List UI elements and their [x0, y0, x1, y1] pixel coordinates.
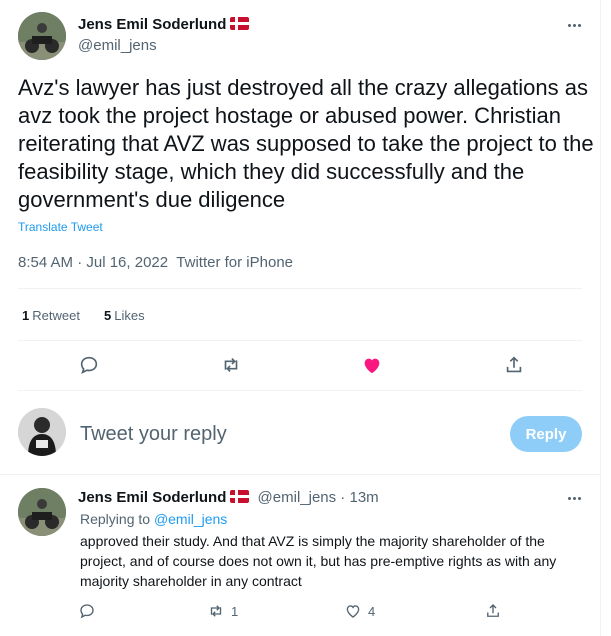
retweets-stat[interactable]: 1 Retweet: [22, 308, 80, 323]
heart-icon: [346, 605, 360, 618]
reply-header: Jens Emil Soderlund @emil_jens · 13m: [78, 489, 379, 506]
current-user-avatar[interactable]: [18, 408, 66, 456]
share-icon[interactable]: [503, 354, 527, 378]
tweet-text: Avz's lawyer has just destroyed all the …: [18, 75, 594, 212]
reply-author-name[interactable]: Jens Emil Soderlund: [78, 489, 226, 506]
denmark-flag-icon: [230, 17, 250, 30]
tweet-meta: 8:54 AM · Jul 16, 2022 Twitter for iPhon…: [18, 254, 293, 271]
author-name[interactable]: Jens Emil Soderlund: [78, 16, 250, 33]
reply-text: approved their study. And that AVZ is si…: [80, 533, 557, 589]
tweet-detail-panel: Jens Emil Soderlund @emil_jens Avz's law…: [0, 0, 601, 636]
reply-retweet-count: 1: [231, 603, 239, 619]
author-handle[interactable]: @emil_jens: [78, 37, 157, 54]
translate-tweet-link[interactable]: Translate Tweet: [18, 220, 103, 234]
more-icon[interactable]: [564, 15, 584, 35]
retweet-icon[interactable]: [220, 354, 244, 378]
tweet-source[interactable]: Twitter for iPhone: [176, 254, 293, 271]
replying-to: Replying to @emil_jens: [80, 511, 228, 527]
author-avatar[interactable]: [18, 12, 66, 60]
heart-icon[interactable]: [361, 354, 385, 378]
divider: [18, 288, 582, 289]
reply-icon[interactable]: [78, 354, 102, 378]
reply-input[interactable]: Tweet your reply: [80, 423, 227, 446]
divider: [18, 390, 582, 391]
reply-reply-icon[interactable]: [78, 602, 96, 620]
reply-like[interactable]: 4: [344, 602, 375, 620]
reply-like-count: 4: [368, 603, 376, 619]
more-icon[interactable]: [564, 488, 584, 508]
reply-share-icon[interactable]: [484, 602, 502, 620]
reply-retweet[interactable]: 1: [207, 602, 238, 620]
likes-stat[interactable]: 5 Likes: [104, 308, 145, 323]
denmark-flag-icon: [230, 490, 250, 503]
divider: [0, 474, 601, 475]
reply-author-avatar[interactable]: [18, 488, 66, 536]
tweet-time[interactable]: 8:54 AM · Jul 16, 2022: [18, 254, 168, 271]
divider: [18, 340, 582, 341]
reply-button[interactable]: Reply: [510, 416, 582, 452]
reply-time[interactable]: 13m: [349, 489, 378, 506]
reply-author-handle[interactable]: @emil_jens: [258, 489, 337, 506]
replying-to-handle[interactable]: @emil_jens: [154, 511, 227, 527]
retweet-icon: [210, 605, 222, 617]
